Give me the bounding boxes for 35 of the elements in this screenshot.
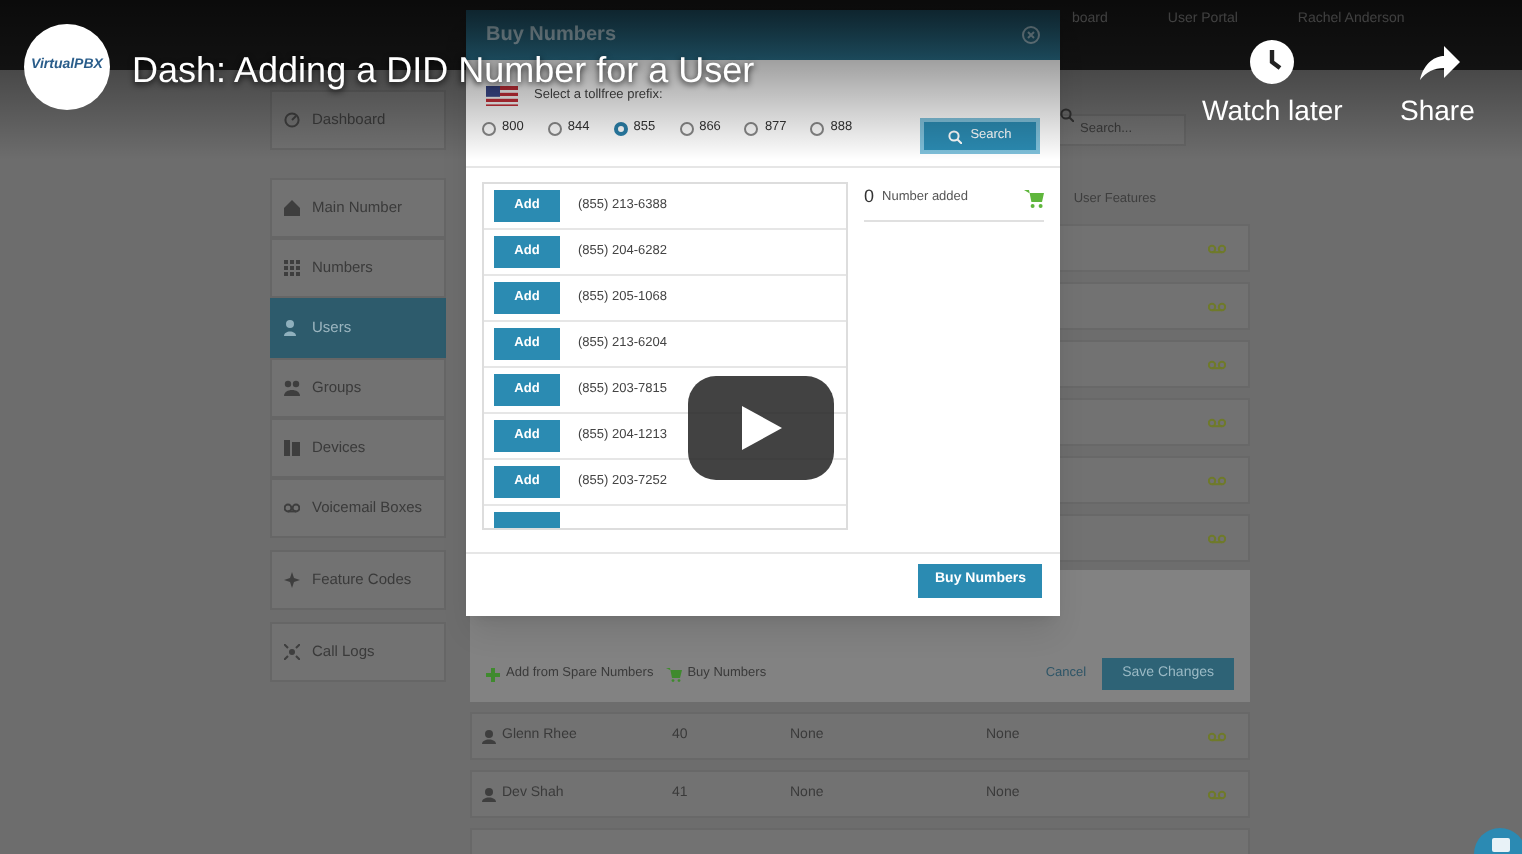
share-arrow-icon	[1415, 40, 1460, 84]
star-icon	[284, 572, 300, 588]
dialog-title: Buy Numbers	[486, 22, 617, 50]
flag-icon	[486, 86, 518, 106]
voicemail-icon	[1208, 417, 1226, 427]
voicemail-icon	[1208, 731, 1226, 741]
grid-icon	[284, 260, 300, 276]
cart-icon	[1024, 189, 1044, 207]
number-count: 0	[864, 184, 875, 211]
play-icon	[741, 406, 781, 450]
person-icon	[482, 787, 496, 801]
person-icon	[284, 320, 300, 336]
close-icon	[1022, 26, 1040, 44]
gauge-icon	[284, 112, 300, 128]
close-button[interactable]	[1022, 26, 1040, 44]
target-icon	[284, 644, 300, 660]
voicemail-icon	[1208, 301, 1226, 311]
search-icon	[1060, 108, 1074, 122]
play-button[interactable]	[688, 376, 834, 480]
voicemail-icon	[1208, 533, 1226, 543]
voicemail-icon	[1208, 789, 1226, 799]
people-icon	[284, 380, 300, 396]
house-icon	[284, 200, 300, 216]
chat-icon	[1491, 838, 1509, 852]
cart-icon	[665, 667, 682, 681]
device-icon	[284, 440, 300, 456]
share-button[interactable]: Share	[1400, 40, 1475, 124]
voicemail-icon	[1208, 475, 1226, 485]
search-icon	[948, 129, 963, 143]
plus-icon	[486, 667, 500, 681]
voicemail-icon	[1208, 359, 1226, 369]
voicemail-icon	[284, 500, 300, 516]
watch-later-button[interactable]: Watch later	[1202, 40, 1343, 124]
person-icon	[482, 729, 496, 743]
voicemail-icon	[1208, 243, 1226, 253]
